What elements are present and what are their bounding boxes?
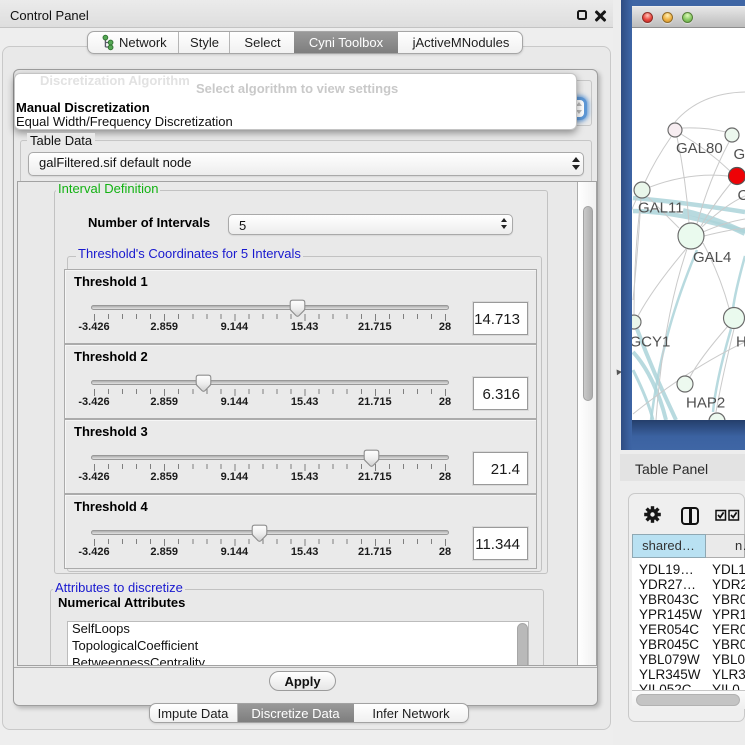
svg-text:H: H xyxy=(736,334,745,351)
svg-text:GCY1: GCY1 xyxy=(632,334,670,351)
svg-text:GA: GA xyxy=(734,146,745,163)
svg-text:HAP2: HAP2 xyxy=(686,395,725,412)
svg-text:C: C xyxy=(738,187,745,204)
svg-text:GAL4: GAL4 xyxy=(693,249,731,266)
svg-text:GAL11: GAL11 xyxy=(638,200,684,217)
svg-text:GAL80: GAL80 xyxy=(676,140,723,157)
